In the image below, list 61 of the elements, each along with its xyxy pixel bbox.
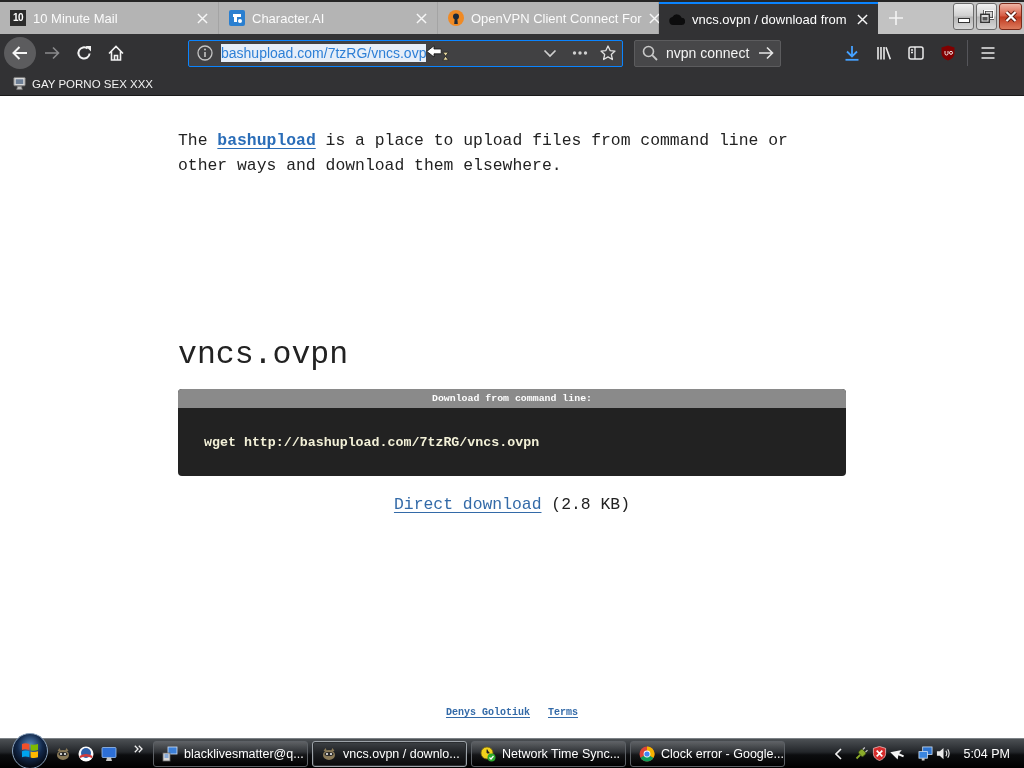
- shield-icon[interactable]: [940, 45, 956, 61]
- double-chevron-icon[interactable]: [134, 744, 143, 753]
- close-icon: [1003, 10, 1018, 23]
- app-logo-icon: [229, 10, 245, 26]
- home-icon[interactable]: [108, 45, 124, 61]
- info-icon[interactable]: [197, 45, 213, 61]
- minimize-icon: [957, 18, 970, 23]
- footer-link[interactable]: Denys Golotiuk: [446, 707, 530, 718]
- arrow-right-icon[interactable]: [758, 45, 774, 61]
- network-icon[interactable]: [918, 746, 934, 761]
- minimize-button[interactable]: [953, 3, 974, 30]
- circle-logo-icon[interactable]: [78, 745, 94, 762]
- command-text: wget http://bashupload.com/7tzRG/vncs.ovpn: [204, 434, 540, 450]
- taskbar-button[interactable]: vncs.ovpn / downlo...: [312, 740, 467, 767]
- menu-icon[interactable]: [980, 45, 996, 61]
- url-text: bashupload.com/7tzRG/vncs.ovp: [221, 44, 427, 62]
- network-computer-icon: [162, 745, 178, 762]
- close-icon[interactable]: [648, 12, 660, 24]
- footer-link[interactable]: Terms: [548, 707, 578, 718]
- site-link[interactable]: bashupload: [217, 131, 316, 150]
- monitor-icon: [12, 76, 27, 91]
- search-icon: [642, 45, 658, 61]
- animal-face-icon[interactable]: [55, 745, 71, 762]
- file-name-heading: vncs.ovpn: [178, 337, 350, 373]
- keyhole-icon: [448, 10, 464, 26]
- speaker-icon[interactable]: [936, 746, 952, 761]
- file-size-text: (2.8 KB): [551, 495, 631, 514]
- sidebar-icon[interactable]: [908, 45, 924, 61]
- direct-download-link[interactable]: Direct download: [393, 495, 542, 514]
- monitor-icon[interactable]: [101, 745, 117, 762]
- shield-x-icon[interactable]: [872, 746, 888, 761]
- bookmark-item[interactable]: GAY PORNO SEX XXX: [12, 76, 153, 91]
- restore-icon: [979, 10, 994, 23]
- download-icon[interactable]: [844, 45, 860, 61]
- browser-tab[interactable]: 10 10 Minute Mail: [0, 2, 219, 34]
- search-field[interactable]: nvpn connect: [634, 39, 781, 67]
- reload-icon[interactable]: [76, 45, 92, 61]
- close-button[interactable]: [999, 3, 1022, 30]
- taskbar-button[interactable]: Network Time Sync...: [471, 740, 626, 767]
- command-box-header: Download from command line:: [178, 389, 846, 408]
- restore-button[interactable]: [976, 3, 997, 30]
- back-icon[interactable]: [4, 37, 36, 69]
- start-orb-icon[interactable]: [12, 733, 48, 768]
- forward-icon[interactable]: [44, 45, 60, 61]
- color-wheel-icon: [639, 745, 655, 762]
- cloud-icon: [669, 11, 685, 27]
- library-icon[interactable]: [876, 45, 892, 61]
- busy-cursor-icon: [426, 45, 451, 61]
- taskbar-button[interactable]: blacklivesmatter@q...: [153, 740, 308, 767]
- favicon-logo: 10: [10, 10, 26, 26]
- chevron-left-icon[interactable]: [835, 747, 843, 760]
- clock-check-icon: [480, 745, 496, 762]
- close-icon[interactable]: [857, 13, 868, 25]
- animal-face-icon: [321, 745, 337, 762]
- star-icon[interactable]: [600, 45, 616, 61]
- browser-tab[interactable]: vncs.ovpn / download from: [659, 2, 878, 34]
- intro-text: The bashupload is a place to upload files from command line or other ways and download them elsewhere.: [178, 130, 789, 177]
- taskbar-button[interactable]: Clock error - Google...: [630, 740, 785, 767]
- address-field[interactable]: bashupload.com/7tzRG/vncs.ovp: [188, 39, 623, 67]
- clock-text: 5:04 PM: [963, 746, 1010, 761]
- plug-icon[interactable]: [854, 746, 870, 761]
